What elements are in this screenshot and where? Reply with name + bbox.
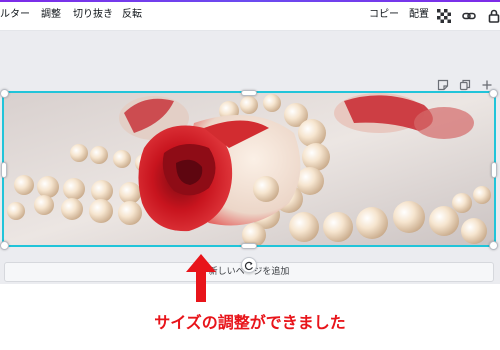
crop-button[interactable]: 切り抜き xyxy=(73,9,113,21)
lock-icon[interactable] xyxy=(487,8,500,23)
adjust-button[interactable]: 調整 xyxy=(41,9,61,21)
duplicate-page-icon[interactable] xyxy=(459,76,471,91)
transparency-icon[interactable] xyxy=(437,8,451,23)
annotation-caption: サイズの調整ができました xyxy=(154,313,346,332)
selected-image[interactable] xyxy=(2,91,496,247)
resize-handle-top-right[interactable] xyxy=(489,89,498,98)
resize-handle-left[interactable] xyxy=(1,162,7,178)
rose-pearls-photo xyxy=(4,93,494,245)
red-arrow-annotation xyxy=(186,254,216,302)
filter-button[interactable]: ルター xyxy=(0,9,30,21)
position-button[interactable]: 配置 xyxy=(409,9,429,21)
resize-handle-top[interactable] xyxy=(241,90,257,96)
resize-handle-bottom-left[interactable] xyxy=(0,241,9,250)
link-icon[interactable] xyxy=(462,8,476,22)
add-page-icon[interactable] xyxy=(481,76,493,90)
rotate-icon xyxy=(244,261,253,271)
editor-toolbar: ルター 調整 切り抜き 反転 コピー 配置 xyxy=(0,0,500,31)
flip-button[interactable]: 反転 xyxy=(122,9,142,21)
resize-handle-bottom[interactable] xyxy=(241,243,257,249)
toolbar-accent-bar xyxy=(0,0,500,2)
rotate-handle[interactable] xyxy=(241,257,257,273)
resize-handle-top-left[interactable] xyxy=(0,89,9,98)
copy-style-button[interactable]: コピー xyxy=(369,9,399,21)
note-icon[interactable] xyxy=(437,76,449,91)
resize-handle-right[interactable] xyxy=(491,162,497,178)
resize-handle-bottom-right[interactable] xyxy=(489,241,498,250)
